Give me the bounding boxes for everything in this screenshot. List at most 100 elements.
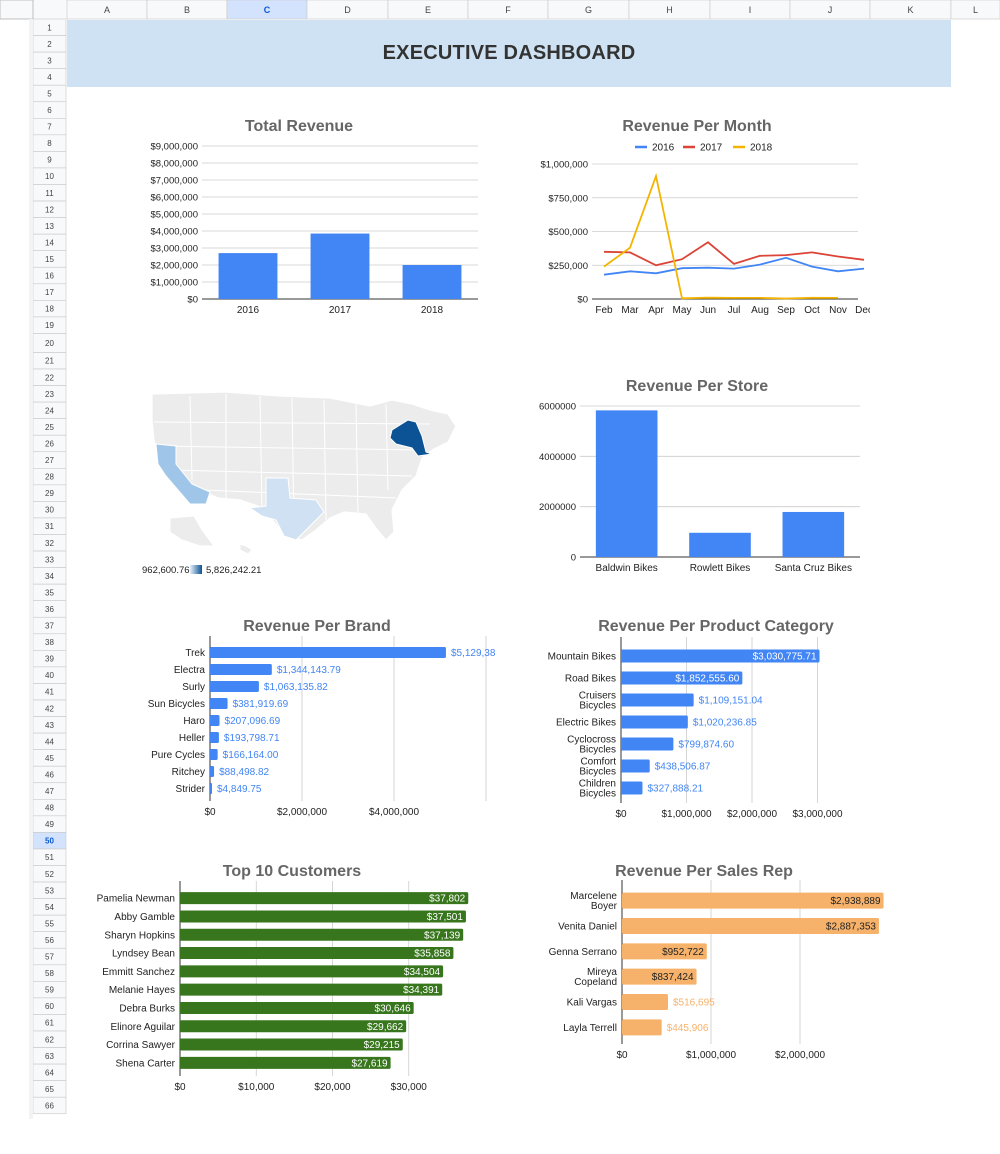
bar-2017[interactable] — [310, 233, 370, 299]
revenue-per-sales-rep-chart[interactable]: Revenue Per Sales Rep $0 $1,000,000 $2,000,… — [520, 850, 890, 1065]
bar-children-bicycles[interactable] — [621, 781, 643, 795]
bar-pamelia-newman[interactable] — [180, 892, 469, 905]
x-tick-label: $10,000 — [238, 1082, 275, 1093]
bar-2016[interactable] — [218, 253, 278, 299]
bar-trek[interactable] — [210, 647, 446, 658]
data-label: $34,391 — [403, 985, 440, 996]
y-tick-label: $500,000 — [548, 227, 588, 238]
x-tick-label: $0 — [616, 1050, 628, 1061]
data-label: $952,722 — [662, 947, 704, 958]
revenue-per-category-chart[interactable]: Revenue Per Product Category $0 $1,000,000… — [520, 605, 890, 825]
bar-sun-bicycles[interactable] — [210, 698, 228, 709]
category-label: Sharyn Hopkins — [104, 930, 175, 941]
legend-label: 2016 — [652, 143, 675, 154]
row-header-label: 26 — [45, 439, 54, 448]
data-label: $445,906 — [667, 1023, 709, 1034]
total-revenue-chart[interactable]: Total Revenue $0 $1,000,000 $2,000,000 $3,00… — [130, 105, 490, 325]
series-line-2018[interactable] — [603, 172, 839, 300]
y-tick-label: $4,000,000 — [150, 227, 198, 238]
row-header-label: 22 — [45, 373, 54, 382]
x-tick-label: $3,000,000 — [792, 809, 842, 820]
select-all-corner[interactable] — [0, 0, 34, 20]
row-header-label: 64 — [45, 1068, 54, 1077]
bar-abby-gamble[interactable] — [180, 910, 466, 923]
bar-comfort-bicycles[interactable] — [621, 759, 650, 773]
row-header-label: 60 — [45, 1002, 54, 1011]
data-label: $27,619 — [351, 1058, 388, 1069]
x-tick-label: Sep — [777, 305, 795, 316]
row-header-label: 44 — [45, 737, 54, 746]
series-line-2017[interactable] — [603, 241, 865, 267]
row-header-label: 15 — [45, 255, 54, 264]
row-header-label: 61 — [45, 1019, 54, 1028]
row-header-label: 14 — [45, 238, 54, 247]
column-header-label: L — [973, 5, 978, 15]
x-tick-label: 2018 — [421, 305, 444, 316]
data-label: $1,020,236.85 — [693, 718, 757, 729]
data-label: $34,504 — [404, 967, 441, 978]
row-header-label: 8 — [47, 139, 52, 148]
bar-pure-cycles[interactable] — [210, 749, 218, 760]
x-tick-label: $20,000 — [314, 1082, 351, 1093]
bar-ritchey[interactable] — [210, 766, 215, 777]
row-header-label: 48 — [45, 804, 54, 813]
bar-heller[interactable] — [210, 732, 219, 743]
revenue-per-store-chart[interactable]: Revenue Per Store 0 2000000 4000000 6000000 B… — [520, 365, 870, 580]
x-tick-label: Oct — [804, 305, 820, 316]
row-header-label: 19 — [45, 321, 54, 330]
x-tick-label: Rowlett Bikes — [690, 563, 751, 574]
state-hawaii[interactable] — [239, 543, 253, 555]
x-tick-label: Jul — [728, 305, 741, 316]
bar-electra[interactable] — [210, 664, 272, 675]
data-label: $2,887,353 — [826, 922, 876, 933]
bar-sharyn-hopkins[interactable] — [180, 928, 464, 941]
row-header-label: 6 — [47, 106, 52, 115]
category-label: Elinore Aguilar — [111, 1022, 176, 1033]
y-tick-label: $3,000,000 — [150, 244, 198, 255]
state-alaska[interactable] — [169, 515, 215, 547]
column-header-label: G — [585, 5, 592, 15]
bar-cruisers-bicycles[interactable] — [621, 693, 694, 707]
bar-2018[interactable] — [402, 265, 462, 299]
category-label: Bicycles — [579, 701, 616, 712]
category-label: Haro — [183, 716, 205, 727]
bar-rowlett-bikes[interactable] — [689, 532, 751, 557]
y-tick-label: 2000000 — [539, 502, 576, 513]
data-label: $2,938,889 — [830, 896, 880, 907]
data-label: $1,852,555.60 — [675, 674, 739, 685]
bar-santa-cruz-bikes[interactable] — [782, 511, 845, 557]
row-gutter — [29, 19, 33, 1119]
row-header-label: 23 — [45, 390, 54, 399]
data-label: $381,919.69 — [233, 699, 289, 710]
row-header-label: 17 — [45, 288, 54, 297]
series-line-2016[interactable] — [603, 256, 865, 276]
revenue-per-month-chart[interactable]: Revenue Per Month $0 $250,000 $500,000 $750,… — [520, 105, 870, 325]
category-label: Genna Serrano — [549, 947, 618, 958]
bar-baldwin-bikes[interactable] — [595, 410, 658, 557]
row-header-label: 3 — [47, 56, 52, 65]
top-customers-chart[interactable]: Top 10 Customers $0 $10,000 $20,000 $30,000 P… — [85, 850, 490, 1095]
y-tick-label: $5,000,000 — [150, 210, 198, 221]
bar-lyndsey-bean[interactable] — [180, 947, 454, 960]
bar-surly[interactable] — [210, 681, 259, 692]
category-label: Road Bikes — [565, 674, 616, 685]
data-label: $35,858 — [414, 949, 451, 960]
column-header-label: D — [344, 5, 351, 15]
bar-electric-bikes[interactable] — [621, 715, 688, 729]
row-header-label: 66 — [45, 1101, 54, 1110]
revenue-geo-map[interactable]: 962,600.76 5,826,242.21 — [130, 380, 470, 580]
row-header-label: 16 — [45, 272, 54, 281]
data-label: $37,802 — [429, 894, 466, 905]
revenue-per-brand-chart[interactable]: Revenue Per Brand $0 $2,000,000 $4,000,000 T… — [130, 605, 500, 825]
bar-strider[interactable] — [210, 783, 212, 794]
bar-cyclocross-bicycles[interactable] — [621, 737, 674, 751]
y-tick-label: $750,000 — [548, 193, 588, 204]
bar-haro[interactable] — [210, 715, 220, 726]
row-header-label: 53 — [45, 886, 54, 895]
bar-layla-terrell[interactable] — [622, 1019, 662, 1036]
row-header-label: 37 — [45, 622, 54, 631]
category-label: Melanie Hayes — [109, 985, 175, 996]
y-tick-label: $0 — [577, 295, 588, 306]
bar-kali-vargas[interactable] — [622, 994, 668, 1010]
category-label: Emmitt Sanchez — [102, 967, 175, 978]
